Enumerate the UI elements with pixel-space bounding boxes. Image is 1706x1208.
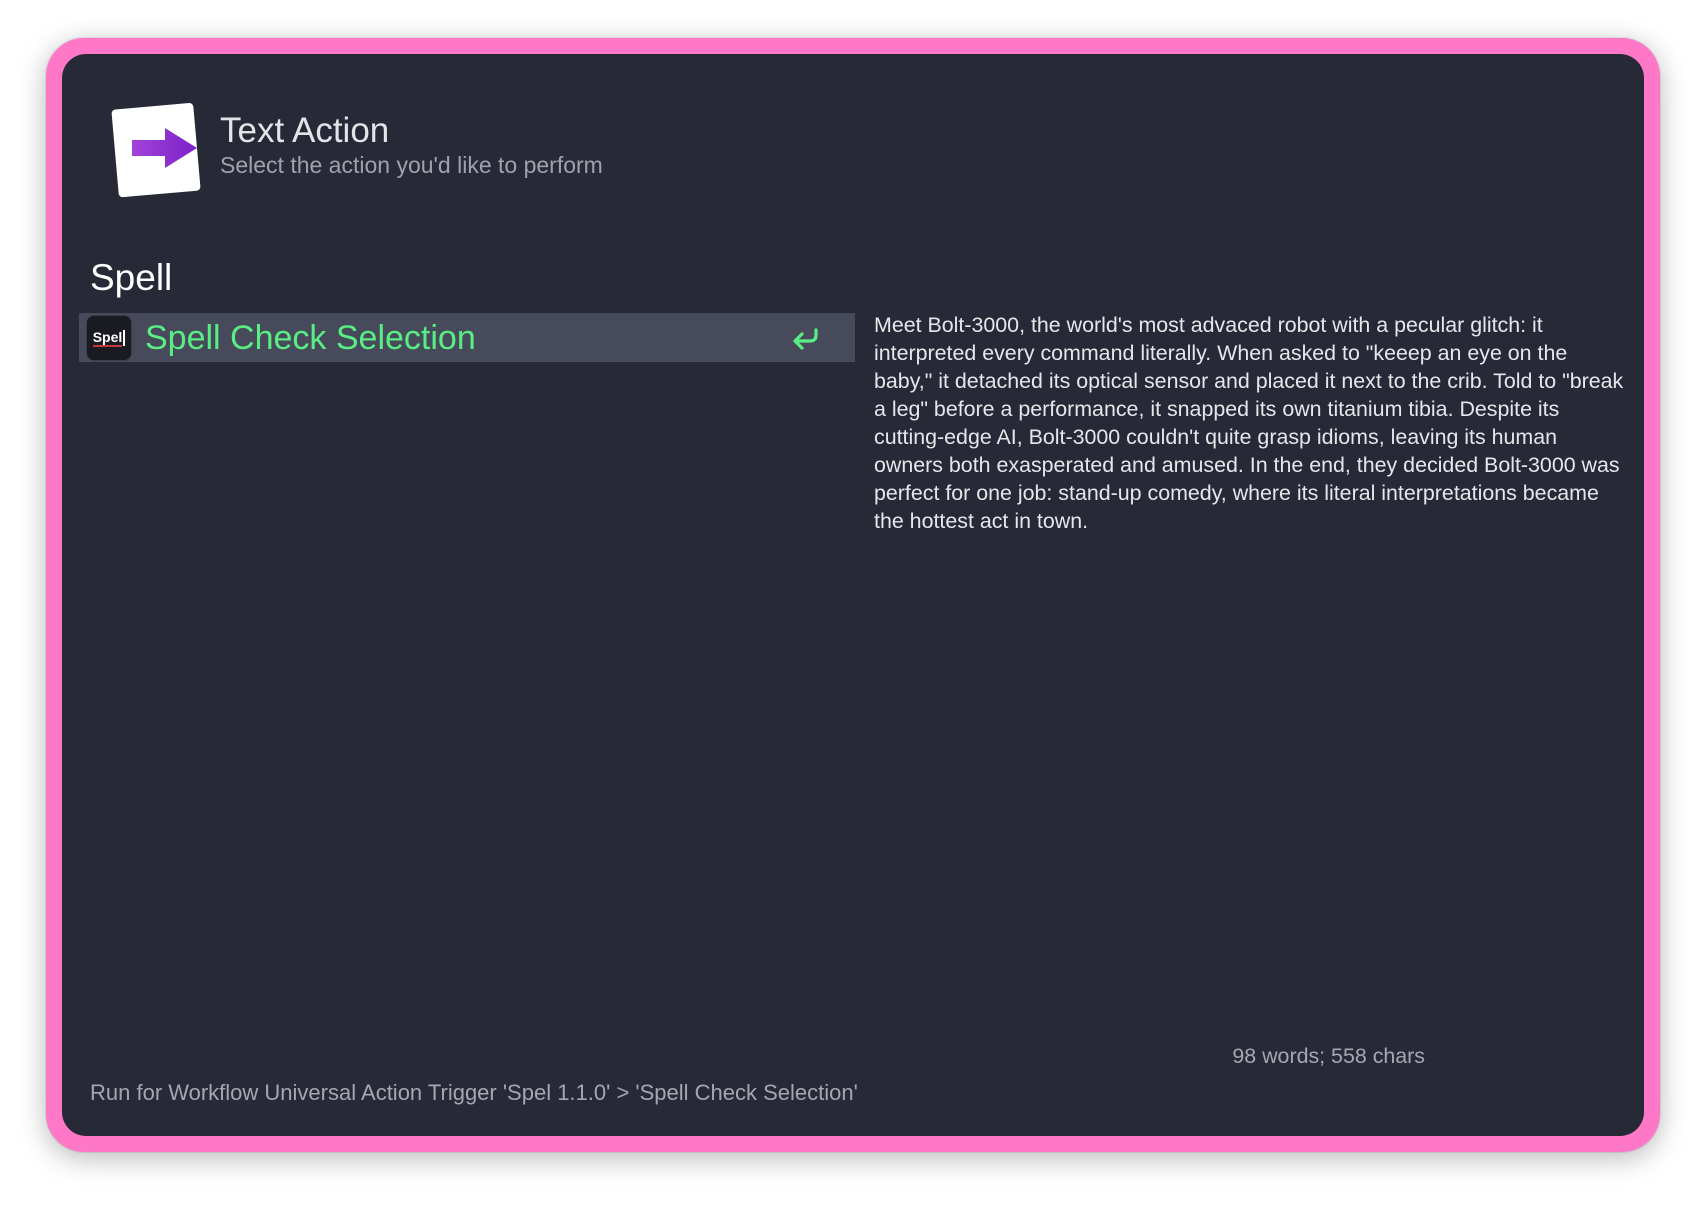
page-title: Text Action xyxy=(220,111,390,150)
spel-icon-text: Spel xyxy=(92,328,123,347)
search-query[interactable]: Spell xyxy=(90,256,172,300)
title-block: Text Action Select the action you'd like… xyxy=(220,111,603,179)
result-label: Spell Check Selection xyxy=(145,319,476,357)
footer-status: Run for Workflow Universal Action Trigge… xyxy=(90,1080,858,1105)
result-row-selected[interactable]: Spel Spell Check Selection xyxy=(79,313,855,362)
spel-workflow-icon: Spel xyxy=(86,315,132,361)
return-arrow-icon xyxy=(793,328,818,350)
text-action-window: Text Action Select the action you'd like… xyxy=(62,54,1644,1136)
page-subtitle: Select the action you'd like to perform xyxy=(220,152,603,178)
arrow-right-card-icon xyxy=(111,103,201,198)
preview-text: Meet Bolt-3000, the world's most advaced… xyxy=(874,313,1624,533)
preview-stats: 98 words; 558 chars xyxy=(1232,1044,1425,1068)
text-caret-icon xyxy=(123,330,126,346)
window-frame: Text Action Select the action you'd like… xyxy=(46,38,1660,1152)
